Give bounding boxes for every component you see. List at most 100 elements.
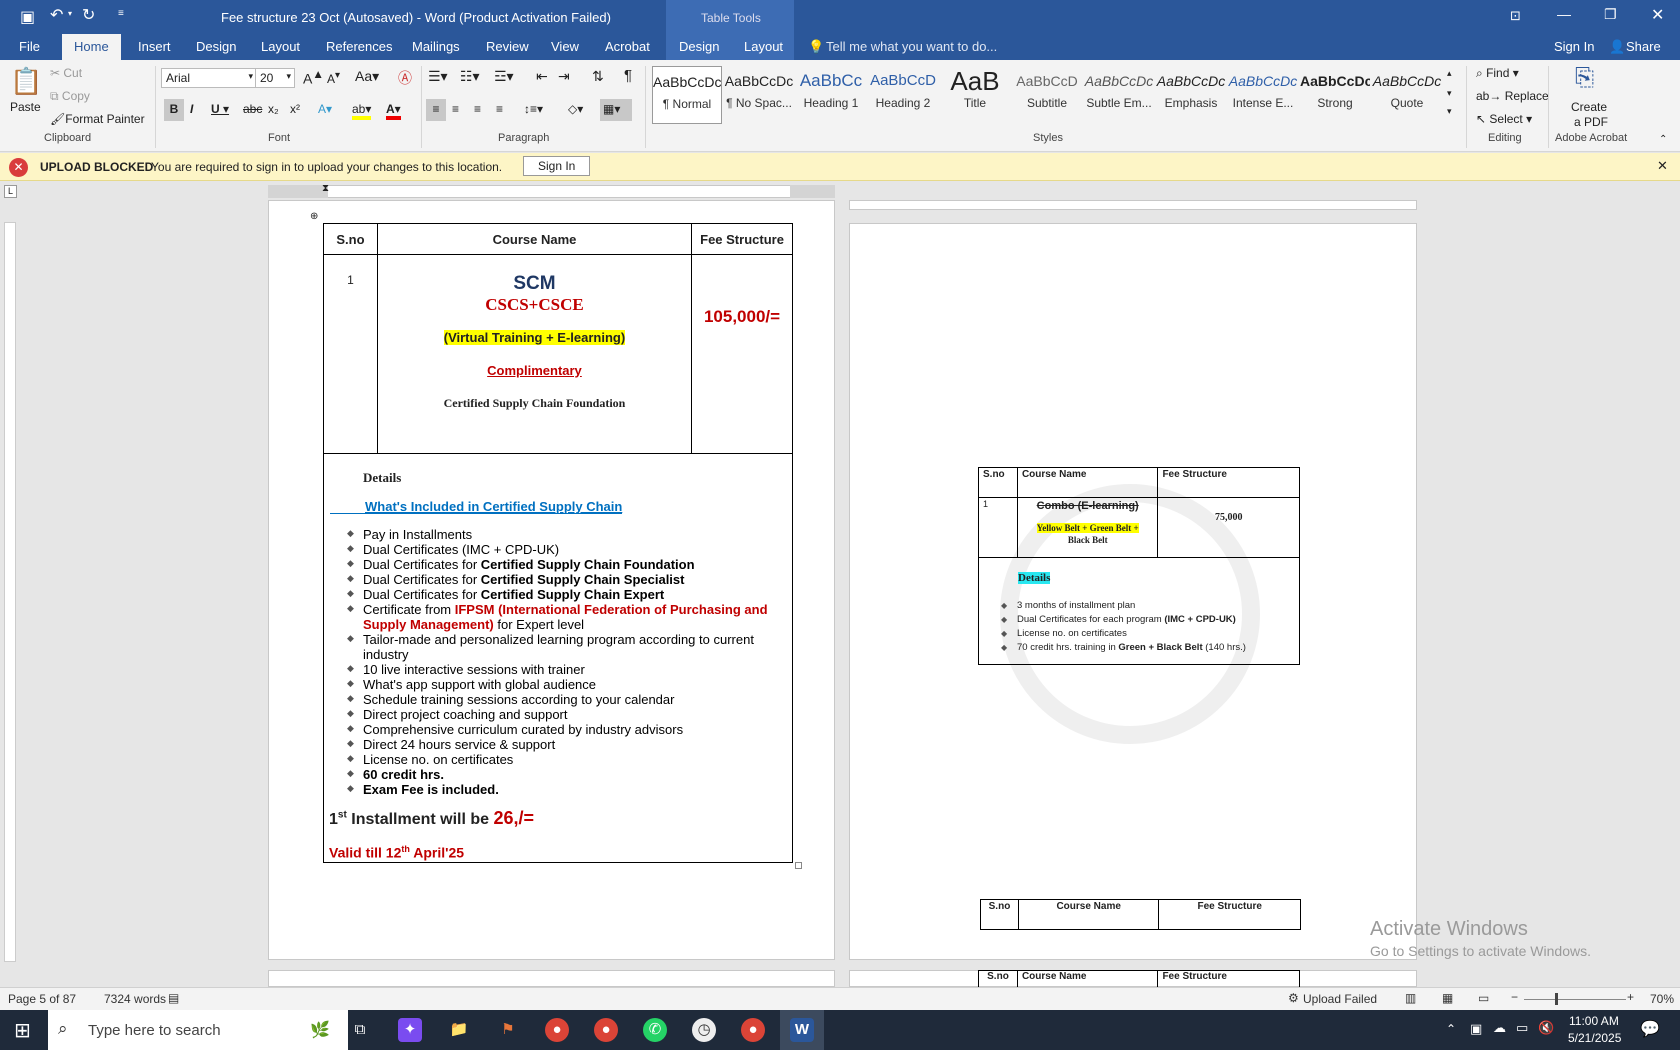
find-button[interactable]: ⌕ Find ▾ [1476, 66, 1519, 81]
text-effects-icon[interactable]: A▾ [318, 102, 332, 116]
tab-mailings[interactable]: Mailings [412, 39, 460, 54]
shrink-font-icon[interactable]: A▾ [327, 70, 340, 86]
tray-app-icon[interactable]: ▣ [1470, 1021, 1482, 1037]
page-count[interactable]: Page 5 of 87 [8, 992, 76, 1006]
select-button[interactable]: ↖ Select ▾ [1476, 112, 1532, 126]
print-layout-icon[interactable]: ▦ [1442, 991, 1453, 1005]
close-icon[interactable]: ✕ [1651, 5, 1664, 25]
restore-icon[interactable]: ❐ [1604, 6, 1617, 23]
increase-indent-icon[interactable]: ⇥ [558, 68, 570, 85]
copy-button[interactable]: ⧉ Copy [50, 89, 90, 104]
tray-chevron-icon[interactable]: ⌃ [1446, 1022, 1456, 1036]
highlight-icon[interactable]: ab▾ [352, 102, 372, 120]
style-heading-1[interactable]: AaBbCc Heading 1 [796, 66, 866, 124]
strikethrough-button[interactable]: abc [243, 102, 262, 116]
multilevel-icon[interactable]: ☲▾ [494, 68, 514, 85]
superscript-button[interactable]: x² [290, 102, 300, 116]
chrome-icon-3[interactable]: ● [741, 1018, 765, 1042]
align-center-button[interactable]: ≡ [452, 102, 459, 116]
line-spacing-icon[interactable]: ↕≡▾ [524, 102, 543, 116]
style-emphasis[interactable]: AaBbCcDc Emphasis [1156, 66, 1226, 124]
style-heading-2[interactable]: AaBbCcD Heading 2 [868, 66, 938, 124]
font-size-box[interactable]: 20 ▾ [255, 68, 295, 88]
style-strong[interactable]: AaBbCcDc Strong [1300, 66, 1370, 124]
undo-dropdown-icon[interactable]: ▾ [68, 9, 72, 18]
tab-table-layout[interactable]: Layout [744, 39, 783, 54]
style-subtle-emphasis[interactable]: AaBbCcDc Subtle Em... [1084, 66, 1154, 124]
numbering-icon[interactable]: ☷▾ [460, 68, 480, 85]
style-no-spacing[interactable]: AaBbCcDc ¶ No Spac... [724, 66, 794, 124]
font-name-box[interactable]: Arial ▾ [161, 68, 257, 88]
tab-acrobat[interactable]: Acrobat [605, 39, 650, 54]
indent-marker-icon[interactable]: ⧗ [322, 183, 329, 194]
shading-icon[interactable]: ◇▾ [568, 102, 583, 116]
font-color-icon[interactable]: A▾ [386, 102, 401, 120]
banner-close-icon[interactable]: ✕ [1657, 158, 1668, 174]
change-case-icon[interactable]: Aa▾ [355, 68, 379, 85]
style-normal[interactable]: AaBbCcDc ¶ Normal [652, 66, 722, 124]
cut-button[interactable]: ✂ Cut [50, 66, 82, 80]
task-view-icon[interactable]: ⧉ [348, 1018, 372, 1042]
show-formatting-icon[interactable]: ¶ [624, 67, 632, 84]
undo-icon[interactable]: ↶ [50, 5, 63, 25]
tab-file[interactable]: File [19, 39, 40, 54]
justify-button[interactable]: ≡ [496, 102, 503, 116]
tab-table-design[interactable]: Design [679, 39, 719, 54]
table-resize-handle[interactable] [795, 862, 802, 869]
read-mode-icon[interactable]: ▥ [1405, 991, 1416, 1005]
chrome-icon-2[interactable]: ● [594, 1018, 618, 1042]
zoom-out-icon[interactable]: − [1511, 990, 1518, 1004]
align-left-button[interactable]: ≡ [426, 99, 446, 121]
volume-icon[interactable]: 🔇 [1538, 1020, 1554, 1036]
network-icon[interactable]: ▭ [1516, 1020, 1528, 1036]
styles-scroll-up-icon[interactable]: ▴ [1447, 68, 1452, 79]
tab-layout[interactable]: Layout [261, 39, 300, 54]
tab-home[interactable]: Home [62, 34, 121, 60]
borders-icon[interactable]: ▦▾ [600, 99, 632, 121]
zoom-slider[interactable] [1524, 999, 1626, 1000]
zoom-in-icon[interactable]: + [1627, 990, 1634, 1004]
style-intense-emphasis[interactable]: AaBbCcDc Intense E... [1228, 66, 1298, 124]
tell-me-input[interactable]: Tell me what you want to do... [826, 39, 997, 54]
file-explorer-icon[interactable]: 📁 [447, 1018, 471, 1042]
web-layout-icon[interactable]: ▭ [1478, 991, 1489, 1005]
style-title[interactable]: AaB Title [940, 66, 1010, 124]
zoom-level[interactable]: 70% [1650, 992, 1674, 1006]
zoom-thumb[interactable] [1555, 993, 1558, 1005]
word-taskbar-active[interactable]: W [780, 1010, 824, 1050]
tab-design[interactable]: Design [196, 39, 236, 54]
decrease-indent-icon[interactable]: ⇤ [536, 68, 548, 85]
share-button[interactable]: Share [1626, 39, 1661, 54]
collapse-ribbon-icon[interactable]: ⌃ [1659, 134, 1667, 145]
clear-format-icon[interactable]: Ⓐ [398, 68, 412, 88]
redo-icon[interactable]: ↻ [82, 5, 95, 25]
app-icon[interactable]: ⚑ [496, 1018, 520, 1042]
sign-in-link[interactable]: Sign In [1554, 39, 1594, 54]
subscript-button[interactable]: x₂ [268, 102, 279, 116]
format-painter-button[interactable]: 🖌Format Painter [50, 112, 145, 126]
align-right-button[interactable]: ≡ [474, 102, 481, 116]
style-quote[interactable]: AaBbCcDc Quote [1372, 66, 1442, 124]
styles-scroll-down-icon[interactable]: ▾ [1447, 88, 1452, 99]
tab-selector-icon[interactable]: L [4, 185, 17, 198]
underline-button[interactable]: U ▾ [211, 102, 229, 116]
taskbar-date[interactable]: 5/21/2025 [1568, 1031, 1621, 1045]
sort-icon[interactable]: ⇅ [592, 68, 604, 85]
minimize-icon[interactable]: — [1557, 6, 1571, 22]
copilot-icon[interactable]: ✦ [398, 1018, 422, 1042]
word-count[interactable]: 7324 words [104, 992, 166, 1006]
taskbar-time[interactable]: 11:00 AM [1569, 1014, 1619, 1028]
paste-button[interactable]: Paste [10, 100, 41, 114]
create-pdf-label-2[interactable]: a PDF [1574, 115, 1608, 129]
ribbon-display-icon[interactable]: ⊡ [1510, 8, 1521, 24]
tab-insert[interactable]: Insert [138, 39, 171, 54]
styles-more-icon[interactable]: ▾ [1447, 106, 1452, 117]
grow-font-icon[interactable]: A▲ [303, 68, 324, 87]
customize-toolbar-icon[interactable]: ≡ [118, 8, 124, 19]
replace-button[interactable]: ab→ Replace [1476, 89, 1549, 103]
bullets-icon[interactable]: ☰▾ [428, 68, 448, 85]
italic-button[interactable]: I [190, 102, 193, 116]
tab-references[interactable]: References [326, 39, 392, 54]
horizontal-ruler[interactable] [268, 185, 835, 198]
banner-sign-in-button[interactable]: Sign In [523, 156, 591, 176]
